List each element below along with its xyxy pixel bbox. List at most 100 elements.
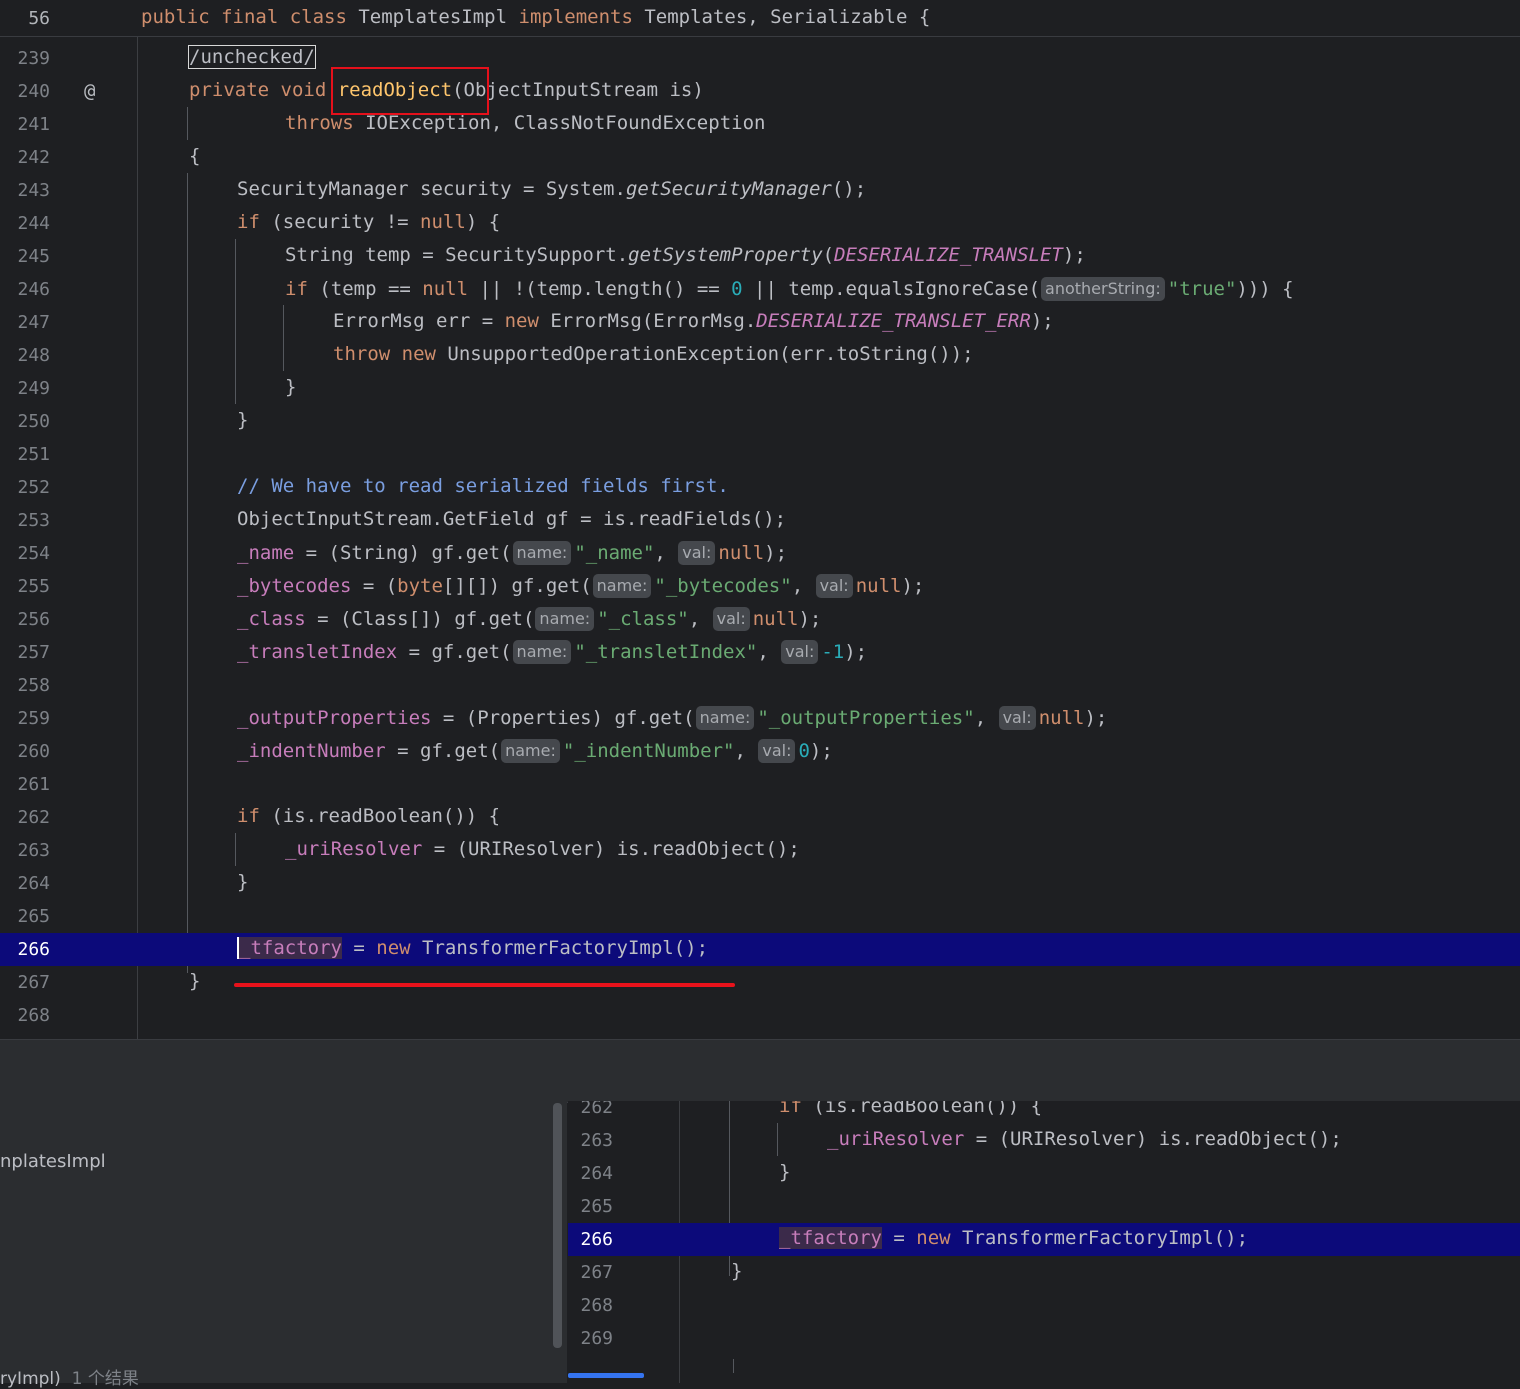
code-line[interactable]: 267 } — [0, 966, 1520, 999]
param-hint: name: — [501, 739, 560, 763]
code-line[interactable]: 257 _transletIndex = gf.get(name: "_trans… — [0, 636, 1520, 669]
code-line[interactable]: 239 /unchecked/ — [0, 42, 1520, 75]
code-comment: // We have to read serialized fields fir… — [237, 475, 729, 497]
code-text: throws IOException, ClassNotFoundExcepti… — [285, 112, 766, 134]
line-number: 249 — [17, 378, 50, 399]
code-line[interactable]: 253 ObjectInputStream.GetField gf = is.r… — [0, 504, 1520, 537]
code-line[interactable]: 245 String temp = SecuritySupport.getSys… — [0, 240, 1520, 273]
code-line[interactable]: 259 _outputProperties = (Properties) gf.… — [0, 702, 1520, 735]
code-line[interactable]: 240 @ private void readObject(ObjectInpu… — [0, 75, 1520, 108]
code-line[interactable]: 262 if (is.readBoolean()) { — [0, 801, 1520, 834]
code-line[interactable]: 252 // We have to read serialized fields… — [0, 471, 1520, 504]
code-line[interactable]: 260 _indentNumber = gf.get(name: "_indent… — [0, 735, 1520, 768]
line-number: 259 — [17, 708, 50, 729]
param-hint: val: — [678, 541, 716, 565]
code-text: } — [189, 970, 201, 992]
find-usages-toolbar — [0, 1039, 1520, 1103]
code-line[interactable]: 256 _class = (Class[]) gf.get(name: "_cla… — [0, 603, 1520, 636]
tree-item-class[interactable]: nplatesImpl — [0, 1151, 106, 1172]
code-text: SecurityManager security = System.getSec… — [237, 178, 867, 200]
code-text: ObjectInputStream.GetField gf = is.readF… — [237, 508, 787, 530]
code-editor[interactable]: 239 /unchecked/ 240 @ private void readO… — [0, 37, 1520, 1039]
line-number: 266 — [17, 939, 50, 960]
usage-preview-editor[interactable]: 262 if (is.readBoolean()) { 263 _uriReso… — [568, 1101, 1520, 1383]
line-number: 261 — [17, 774, 50, 795]
line-number: 247 — [17, 312, 50, 333]
code-line[interactable]: 242 { — [0, 141, 1520, 174]
code-text: } — [237, 871, 249, 893]
code-line[interactable]: 250 } — [0, 405, 1520, 438]
code-line[interactable]: 267 } — [568, 1256, 1520, 1289]
code-text: { — [189, 145, 201, 167]
code-text: /unchecked/ — [188, 45, 316, 69]
sticky-class-header: 56 public final class TemplatesImpl impl… — [0, 0, 1520, 37]
code-line[interactable]: 241 throws IOException, ClassNotFoundExc… — [0, 108, 1520, 141]
code-line[interactable]: 265 — [568, 1190, 1520, 1223]
code-line[interactable]: 268 — [568, 1289, 1520, 1322]
results-footer: ryImpl) 1 个结果 — [0, 1369, 139, 1389]
code-text: if (temp == null || !(temp.length() == 0… — [285, 277, 1294, 301]
code-line[interactable]: 265 — [0, 900, 1520, 933]
code-text: _name = (String) gf.get(name: "_name", va… — [237, 541, 788, 565]
code-line[interactable]: 246 if (temp == null || !(temp.length() … — [0, 273, 1520, 306]
line-number: 256 — [17, 609, 50, 630]
code-text: _outputProperties = (Properties) gf.get(… — [237, 706, 1108, 730]
code-line[interactable]: 249 } — [0, 372, 1520, 405]
line-number: 265 — [17, 906, 50, 927]
param-hint: val: — [712, 607, 750, 631]
code-text: _uriResolver = (URIResolver) is.readObje… — [285, 838, 800, 860]
code-line[interactable]: 255 _bytecodes = (byte[][]) gf.get(name:… — [0, 570, 1520, 603]
code-text: _tfactory = new TransformerFactoryImpl()… — [237, 937, 709, 959]
param-hint: name: — [512, 640, 572, 664]
param-hint: val: — [815, 574, 853, 598]
code-text: if (is.readBoolean()) { — [237, 805, 501, 827]
line-number: 246 — [17, 279, 50, 300]
usages-tree-panel[interactable]: nplatesImpl — [0, 1101, 567, 1383]
line-number: 254 — [17, 543, 50, 564]
code-line[interactable]: 254 _name = (String) gf.get(name: "_name"… — [0, 537, 1520, 570]
code-line[interactable]: 244 if (security != null) { — [0, 207, 1520, 240]
code-line[interactable]: 262 if (is.readBoolean()) { — [568, 1101, 1520, 1124]
override-at-icon[interactable]: @ — [84, 80, 106, 102]
line-number: 258 — [17, 675, 50, 696]
code-line[interactable]: 264 } — [0, 867, 1520, 900]
line-number: 243 — [17, 180, 50, 201]
line-number: 268 — [17, 1005, 50, 1026]
horizontal-scrollbar[interactable] — [568, 1373, 644, 1378]
param-hint: val: — [758, 739, 796, 763]
sticky-class-declaration[interactable]: public final class TemplatesImpl impleme… — [141, 6, 930, 28]
code-text: if (security != null) { — [237, 211, 501, 233]
param-hint: anotherString: — [1041, 277, 1165, 301]
code-line[interactable]: 247 ErrorMsg err = new ErrorMsg(ErrorMsg… — [0, 306, 1520, 339]
line-number: 239 — [17, 48, 50, 69]
vertical-scrollbar[interactable] — [553, 1103, 562, 1348]
line-number: 263 — [17, 840, 50, 861]
line-number: 253 — [17, 510, 50, 531]
code-text: } — [237, 409, 249, 431]
code-line-current[interactable]: 266 _tfactory = new TransformerFactoryIm… — [0, 933, 1520, 966]
code-text: ErrorMsg err = new ErrorMsg(ErrorMsg.DES… — [333, 310, 1054, 332]
line-number: 248 — [17, 345, 50, 366]
code-line[interactable]: 258 — [0, 669, 1520, 702]
line-number: 260 — [17, 741, 50, 762]
code-line[interactable]: 263 _uriResolver = (URIResolver) is.read… — [0, 834, 1520, 867]
param-hint: name: — [535, 607, 595, 631]
code-text: String temp = SecuritySupport.getSystemP… — [285, 244, 1086, 266]
param-hint: val: — [781, 640, 819, 664]
red-underline — [234, 983, 735, 987]
code-line[interactable]: 261 — [0, 768, 1520, 801]
code-text: throw new UnsupportedOperationException(… — [333, 343, 974, 365]
line-number: 251 — [17, 444, 50, 465]
code-line-current[interactable]: 266 _tfactory = new TransformerFactoryIm… — [568, 1223, 1520, 1256]
code-line[interactable]: 251 — [0, 438, 1520, 471]
line-number: 240 — [17, 81, 50, 102]
code-line[interactable]: 269 — [568, 1322, 1520, 1355]
code-line[interactable]: 264 } — [568, 1157, 1520, 1190]
line-number: 241 — [17, 114, 50, 135]
code-line[interactable]: 248 throw new UnsupportedOperationExcept… — [0, 339, 1520, 372]
code-line[interactable]: 263 _uriResolver = (URIResolver) is.read… — [568, 1124, 1520, 1157]
code-line[interactable]: 243 SecurityManager security = System.ge… — [0, 174, 1520, 207]
line-number: 257 — [17, 642, 50, 663]
code-line[interactable]: 268 — [0, 999, 1520, 1032]
line-number: 264 — [17, 873, 50, 894]
